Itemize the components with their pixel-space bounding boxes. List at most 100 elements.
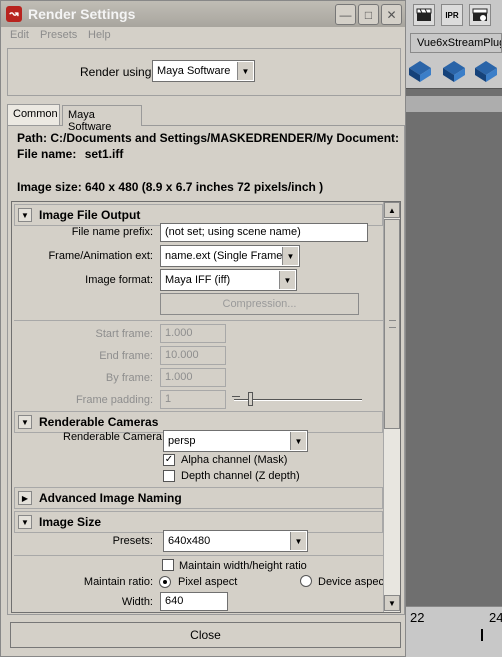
cube-icon[interactable]: [473, 58, 499, 84]
close-button[interactable]: Close: [10, 622, 401, 648]
frame-ext-dropdown[interactable]: name.ext (Single Frame) ▼: [160, 245, 300, 267]
file-name-prefix-field[interactable]: (not set; using scene name): [160, 223, 368, 242]
image-size-summary: Image size: 640 x 480 (8.9 x 6.7 inches …: [17, 180, 324, 194]
menu-bar: Edit Presets Help: [1, 27, 405, 45]
window-title: Render Settings: [28, 6, 136, 22]
renderable-camera-dropdown[interactable]: persp ▼: [163, 430, 308, 452]
device-aspect-label: Device aspec: [318, 576, 385, 588]
scroll-up-button[interactable]: ▲: [384, 202, 400, 218]
vertical-scrollbar[interactable]: ▲ ▼: [383, 202, 400, 612]
chevron-down-icon: ▼: [290, 532, 306, 550]
alpha-channel-checkbox[interactable]: ✓: [163, 454, 175, 466]
divider: [14, 320, 383, 321]
slider-handle[interactable]: [248, 392, 253, 406]
file-name-value: set1.iff: [84, 147, 124, 161]
menu-presets[interactable]: Presets: [40, 29, 77, 41]
presets-dropdown[interactable]: 640x480 ▼: [163, 530, 308, 552]
renderer-dropdown[interactable]: Maya Software ▼: [152, 60, 255, 82]
section-title: Advanced Image Naming: [39, 491, 182, 505]
output-path: Path: C:/Documents and Settings/MASKEDRE…: [17, 131, 400, 145]
chevron-down-icon: ▼: [237, 62, 253, 80]
expand-arrow-icon: ▶: [18, 491, 32, 505]
maximize-button[interactable]: □: [358, 4, 379, 25]
chevron-down-icon: ▼: [290, 432, 306, 450]
scrollbar-thumb[interactable]: [384, 219, 400, 429]
shelf-tab-vue[interactable]: Vue6xStreamPlug: [410, 33, 502, 53]
chevron-up-icon: ▲: [388, 205, 396, 215]
section-title: Image File Output: [39, 208, 141, 222]
timeline-current-frame-marker: [481, 629, 483, 641]
presets-label: Presets:: [112, 535, 153, 547]
scroll-down-button[interactable]: ▼: [384, 595, 400, 611]
maya-app-icon: ↝: [6, 6, 22, 22]
file-name-prefix-label: File name prefix:: [71, 226, 153, 238]
chevron-down-icon: ▼: [388, 598, 396, 608]
pixel-aspect-radio[interactable]: [159, 576, 171, 588]
close-window-button[interactable]: ✕: [381, 4, 402, 25]
end-frame-field[interactable]: 10.000: [160, 346, 226, 365]
chevron-down-icon: ▼: [282, 247, 298, 265]
by-frame-field[interactable]: 1.000: [160, 368, 226, 387]
end-frame-label: End frame:: [99, 350, 153, 362]
maya-shelf-toolbar: IPR: [403, 0, 502, 32]
section-advanced-image-naming[interactable]: ▶ Advanced Image Naming: [14, 487, 383, 509]
minimize-button[interactable]: —: [335, 4, 356, 25]
width-field[interactable]: 640: [160, 592, 228, 611]
ipr-render-icon[interactable]: IPR: [441, 4, 463, 26]
tab-maya-software[interactable]: Maya Software: [62, 105, 142, 133]
renderer-value: Maya Software: [157, 65, 231, 77]
device-aspect-radio[interactable]: [300, 575, 312, 587]
title-bar[interactable]: ↝ Render Settings — □ ✕: [1, 1, 405, 27]
by-frame-label: By frame:: [105, 372, 153, 384]
minimize-icon: —: [339, 7, 352, 22]
frame-padding-field[interactable]: 1: [160, 390, 226, 409]
menu-edit[interactable]: Edit: [10, 29, 29, 41]
renderable-camera-value: persp: [168, 435, 196, 447]
timeline-frame-label: 22: [410, 610, 425, 625]
frame-ext-label: Frame/Animation ext:: [48, 250, 153, 262]
depth-channel-checkbox[interactable]: [163, 470, 175, 482]
chevron-down-icon: ▼: [279, 271, 295, 289]
viewport[interactable]: [403, 88, 502, 608]
render-using-label: Render using:: [80, 65, 155, 79]
cube-icon[interactable]: [407, 58, 433, 84]
start-frame-field[interactable]: 1.000: [160, 324, 226, 343]
ipr-label: IPR: [445, 10, 459, 20]
image-format-label: Image format:: [85, 274, 153, 286]
start-frame-label: Start frame:: [95, 328, 153, 340]
collapse-arrow-icon: ▼: [18, 415, 32, 429]
pixel-aspect-label: Pixel aspect: [178, 576, 238, 588]
slider-tick: [232, 396, 240, 397]
maintain-wh-ratio-checkbox[interactable]: [162, 559, 174, 571]
compression-button[interactable]: Compression...: [160, 293, 359, 315]
file-name-label: File name:: [17, 147, 77, 161]
collapse-arrow-icon: ▼: [18, 515, 32, 529]
depth-channel-label: Depth channel (Z depth): [181, 470, 300, 482]
renderable-camera-label: Renderable Camera: [63, 431, 163, 443]
frame-padding-label: Frame padding:: [75, 394, 153, 406]
attribute-scroll-area[interactable]: ▼ Image File Output File name prefix: (n…: [11, 201, 401, 613]
render-settings-window: ↝ Render Settings — □ ✕ Edit Presets Hel…: [0, 0, 406, 657]
image-format-dropdown[interactable]: Maya IFF (iff) ▼: [160, 269, 297, 291]
render-settings-icon[interactable]: [469, 4, 491, 26]
frame-ext-value: name.ext (Single Frame): [165, 250, 287, 262]
frame-padding-slider[interactable]: [234, 399, 362, 401]
output-file-name: File name: set1.iff: [17, 147, 123, 161]
timeline[interactable]: 22 24: [403, 606, 502, 657]
maintain-wh-ratio-label: Maintain width/height ratio: [179, 560, 307, 572]
section-title: Renderable Cameras: [39, 415, 159, 429]
tab-common[interactable]: Common: [7, 104, 60, 125]
timeline-frame-label: 24: [489, 610, 502, 625]
shelf-icons-row: [403, 54, 502, 88]
divider: [14, 555, 383, 556]
presets-value: 640x480: [168, 535, 211, 547]
image-format-value: Maya IFF (iff): [165, 274, 231, 286]
close-icon: ✕: [386, 7, 397, 22]
menu-help[interactable]: Help: [88, 29, 111, 41]
cube-icon[interactable]: [441, 58, 467, 84]
render-clapper-icon[interactable]: [413, 4, 435, 26]
maximize-icon: □: [364, 7, 373, 22]
section-title: Image Size: [39, 515, 102, 529]
collapse-arrow-icon: ▼: [18, 208, 32, 222]
width-label: Width:: [121, 596, 153, 608]
